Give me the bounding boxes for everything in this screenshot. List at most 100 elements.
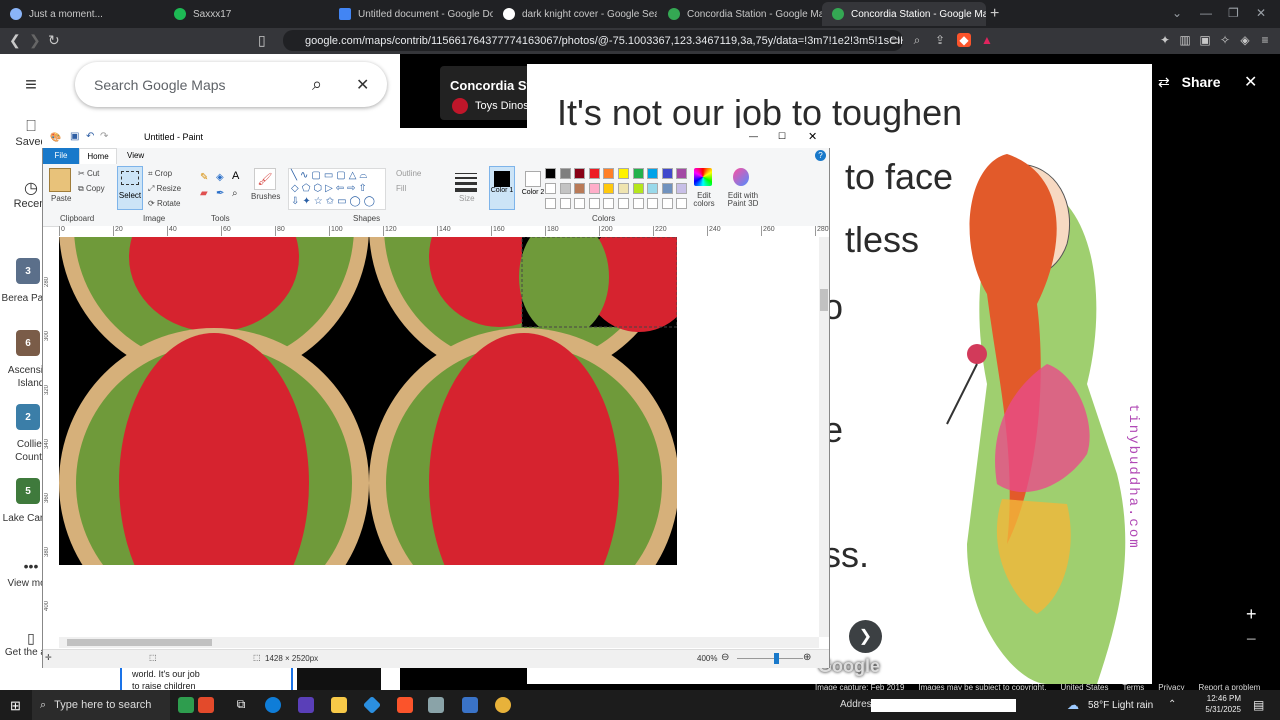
minimize-icon[interactable]: — xyxy=(1200,6,1212,20)
magnifier-icon[interactable]: ⌕ xyxy=(232,188,238,199)
wallet-icon[interactable]: ▣ xyxy=(1198,33,1212,47)
sidebar-icon[interactable]: ▥ xyxy=(1178,33,1192,47)
size-icon[interactable] xyxy=(455,170,477,192)
brushes-button[interactable]: Brushes xyxy=(251,192,280,201)
clock-date[interactable]: 5/31/2025 xyxy=(1203,705,1241,714)
custom-color-swatch[interactable] xyxy=(559,198,571,209)
color-swatch[interactable] xyxy=(574,168,586,179)
zoom-out-icon[interactable]: − xyxy=(1246,629,1257,650)
color-swatch[interactable] xyxy=(632,183,644,194)
color-swatch[interactable] xyxy=(647,168,659,179)
url-bar[interactable]: google.com/maps/contrib/1156617643777741… xyxy=(283,30,903,51)
forward-icon[interactable]: ❯ xyxy=(29,32,41,49)
zoom-out-icon[interactable]: ⊖ xyxy=(721,652,729,663)
zoom-in-icon[interactable]: + xyxy=(1246,604,1257,625)
color-swatch[interactable] xyxy=(603,183,615,194)
window-app-icon[interactable] xyxy=(462,697,478,713)
close-icon[interactable]: ✕ xyxy=(808,130,817,143)
maximize-icon[interactable]: ☐ xyxy=(778,131,786,142)
tab-search-icon[interactable]: ⌄ xyxy=(1172,6,1182,20)
pencil-icon[interactable]: ✎ xyxy=(200,172,208,183)
custom-color-swatch[interactable] xyxy=(647,198,659,209)
vpn-icon[interactable]: ◈ xyxy=(1238,33,1252,47)
browser-tab[interactable]: Just a moment... xyxy=(0,2,163,26)
close-icon[interactable]: ✕ xyxy=(1244,72,1257,92)
cast-icon[interactable]: ▭ xyxy=(888,33,902,47)
custom-color-swatch[interactable] xyxy=(574,198,586,209)
rotate-button[interactable]: ⟳ Rotate xyxy=(148,199,181,208)
paint3d-icon[interactable] xyxy=(733,168,749,186)
zoom-icon[interactable]: ⌕ xyxy=(910,33,924,47)
scrollbar-thumb[interactable] xyxy=(67,639,212,646)
browser-tab-active[interactable]: Concordia Station - Google Ma ✕ xyxy=(822,2,986,26)
paint-canvas[interactable] xyxy=(59,237,819,637)
resize-button[interactable]: ⤢ Resize xyxy=(148,184,181,194)
color-swatch[interactable] xyxy=(559,183,571,194)
custom-color-swatch[interactable] xyxy=(632,198,644,209)
crop-button[interactable]: ⌗ Crop xyxy=(148,169,172,179)
color1-button[interactable]: Color 1 xyxy=(489,166,515,210)
taskbar-search[interactable]: ⌕ Type here to search xyxy=(32,690,170,720)
maps-search-box[interactable]: Search Google Maps ⌕ ✕ xyxy=(75,62,387,107)
color-swatch[interactable] xyxy=(647,183,659,194)
undo-icon[interactable]: ↶ xyxy=(86,131,94,142)
shapes-gallery[interactable]: ╲∿▢▭▢△⌓ ◇⬠⬡▷⇦⇨⇧ ⇩✦☆✩▭◯◯ xyxy=(288,168,386,210)
minimize-icon[interactable]: — xyxy=(749,131,758,141)
color-picker-icon[interactable]: ✒ xyxy=(216,188,224,199)
select-button[interactable]: Select xyxy=(117,166,143,210)
close-icon[interactable]: ✕ xyxy=(356,75,369,95)
tab-home[interactable]: Home xyxy=(79,148,117,164)
share-page-icon[interactable]: ⇪ xyxy=(933,33,947,47)
paste-icon[interactable] xyxy=(49,168,71,192)
color-swatch[interactable] xyxy=(632,168,644,179)
share-button[interactable]: ⇄ Share xyxy=(1158,74,1221,91)
custom-color-swatch[interactable] xyxy=(588,198,600,209)
close-window-icon[interactable]: ✕ xyxy=(1256,6,1266,20)
custom-color-swatch[interactable] xyxy=(661,198,673,209)
reload-icon[interactable]: ↻ xyxy=(48,32,60,49)
notification-icon[interactable]: ▤ xyxy=(1253,698,1264,712)
color-swatch[interactable] xyxy=(603,168,615,179)
zoom-slider-thumb[interactable] xyxy=(774,653,779,664)
paint-taskbar-icon[interactable] xyxy=(428,697,444,713)
browser-tab[interactable]: Concordia Station - Google Maps xyxy=(658,2,822,26)
edit-colors-button[interactable]: Edit colors xyxy=(693,192,715,208)
edge-icon[interactable] xyxy=(265,697,281,713)
back-icon[interactable]: ❮ xyxy=(9,32,21,49)
color-swatch[interactable] xyxy=(618,183,629,194)
color-swatch[interactable] xyxy=(676,168,688,179)
brave-rewards-icon[interactable]: ▲ xyxy=(980,33,994,47)
game-app-icon[interactable] xyxy=(198,697,214,713)
save-icon[interactable]: ▣ xyxy=(70,131,79,142)
outline-button[interactable]: Outline xyxy=(396,169,421,178)
paste-button[interactable]: Paste xyxy=(51,194,71,203)
tab-file[interactable]: File xyxy=(43,148,79,164)
task-view-icon[interactable]: ⧉ xyxy=(233,697,249,713)
tray-chevron-icon[interactable]: ⌃ xyxy=(1168,699,1176,710)
custom-color-swatch[interactable] xyxy=(603,198,615,209)
brave-shield-icon[interactable]: ◆ xyxy=(957,33,971,47)
scrollbar-thumb[interactable] xyxy=(820,289,828,311)
edit-colors-icon[interactable] xyxy=(694,168,712,186)
zoom-in-icon[interactable]: ⊕ xyxy=(803,652,811,663)
text-icon[interactable]: A xyxy=(232,170,239,182)
browser-tab[interactable]: dark knight cover - Google Search xyxy=(493,2,657,26)
redo-icon[interactable]: ↷ xyxy=(100,131,108,142)
color-swatch[interactable] xyxy=(676,183,688,194)
color-swatch[interactable] xyxy=(574,183,586,194)
tab-view[interactable]: View xyxy=(127,148,144,164)
fill-button[interactable]: Fill xyxy=(396,184,406,193)
brave-icon[interactable] xyxy=(397,697,413,713)
weather-text[interactable]: 58°F Light rain xyxy=(1088,700,1153,711)
fill-icon[interactable]: ◈ xyxy=(216,172,224,183)
menu-icon[interactable]: ≡ xyxy=(1258,33,1272,47)
maximize-icon[interactable]: ❐ xyxy=(1228,6,1239,20)
color-swatch[interactable] xyxy=(661,183,673,194)
leo-icon[interactable]: ✧ xyxy=(1218,33,1232,47)
game-app-icon[interactable] xyxy=(178,697,194,713)
help-icon[interactable]: ? xyxy=(815,150,826,161)
eraser-icon[interactable]: ▰ xyxy=(200,188,208,199)
size-button[interactable]: Size xyxy=(459,194,475,203)
brushes-icon[interactable]: 🖌 xyxy=(254,168,276,190)
hamburger-menu-icon[interactable]: ≡ xyxy=(0,74,62,97)
